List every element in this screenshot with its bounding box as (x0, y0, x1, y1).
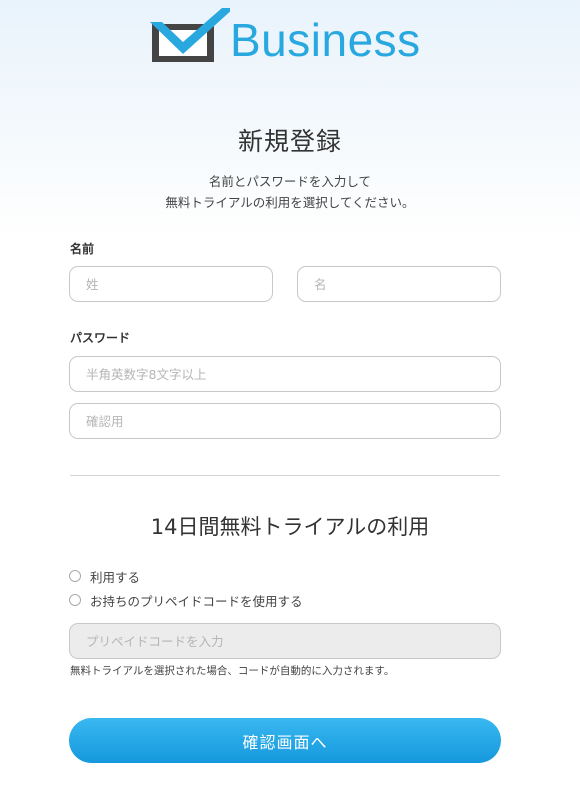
subtitle-line-2: 無料トライアルの利用を選択してください。 (165, 195, 415, 210)
name-label: 名前 (70, 242, 95, 256)
section-divider (70, 475, 500, 476)
page-title: 新規登録 (237, 127, 342, 156)
password-confirm-input[interactable] (69, 403, 501, 439)
password-label: パスワード (70, 331, 131, 345)
page-subtitle: 名前とパスワードを入力して 無料トライアルの利用を選択してください。 (0, 171, 580, 213)
brand-name: Business (230, 14, 421, 66)
mail-envelope-logo-icon (150, 8, 230, 62)
radio-circle-icon[interactable] (69, 594, 81, 606)
brand-logo: Business (150, 8, 430, 68)
radio-use-prepaid-code-label: お持ちのプリペイドコードを使用する (90, 593, 303, 609)
radio-use-prepaid-code[interactable]: お持ちのプリペイドコードを使用する (69, 591, 303, 609)
confirm-button[interactable]: 確認画面へ (69, 718, 501, 763)
password-input[interactable] (69, 356, 501, 392)
last-name-input[interactable] (69, 266, 273, 302)
trial-section-title: 14日間無料トライアルの利用 (150, 515, 430, 539)
prepaid-code-input[interactable] (69, 623, 501, 659)
trial-note: 無料トライアルを選択された場合、コードが自動的に入力されます。 (70, 665, 395, 677)
radio-use-trial[interactable]: 利用する (69, 567, 140, 585)
radio-use-trial-label: 利用する (90, 569, 141, 585)
radio-circle-icon[interactable] (69, 570, 81, 582)
first-name-input[interactable] (297, 266, 501, 302)
subtitle-line-1: 名前とパスワードを入力して (208, 174, 372, 189)
